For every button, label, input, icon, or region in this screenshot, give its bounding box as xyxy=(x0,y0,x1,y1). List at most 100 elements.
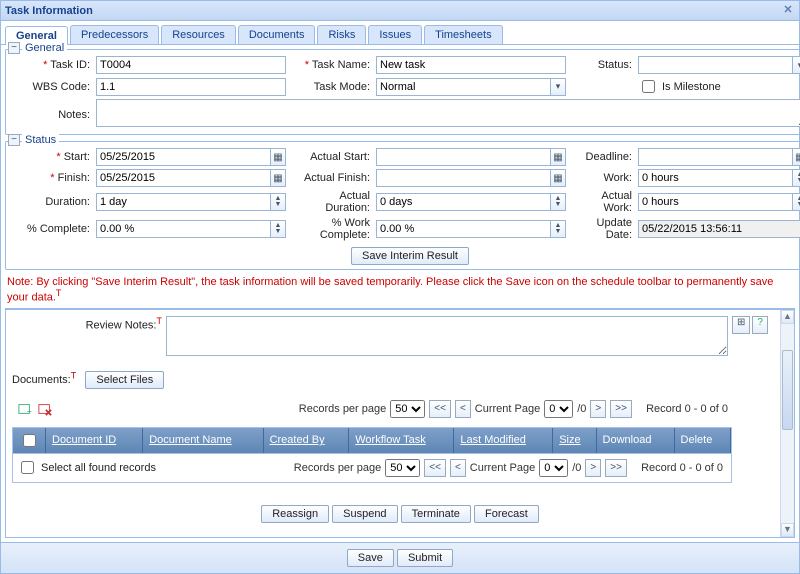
suspend-button[interactable]: Suspend xyxy=(332,505,397,523)
tab-predecessors[interactable]: Predecessors xyxy=(70,25,159,44)
actual-start-date-icon[interactable] xyxy=(550,148,566,166)
deadline-date[interactable] xyxy=(638,148,800,166)
pct-work-complete-spin-icon[interactable]: ▲▼ xyxy=(550,220,566,238)
tab-risks[interactable]: Risks xyxy=(317,25,366,44)
status-input[interactable] xyxy=(638,56,792,74)
actual-work-spin-icon[interactable]: ▲▼ xyxy=(792,193,800,211)
tab-documents[interactable]: Documents xyxy=(238,25,316,44)
lower-panel: Review Notes:T ⊞ ? Documents:T Select Fi… xyxy=(5,308,795,538)
pct-complete-input[interactable] xyxy=(96,220,270,238)
task-mode-combo[interactable] xyxy=(376,78,566,96)
start-date[interactable] xyxy=(96,148,286,166)
tabstrip: General Predecessors Resources Documents… xyxy=(1,21,799,45)
save-button[interactable]: Save xyxy=(347,549,394,567)
pct-complete-spin[interactable]: ▲▼ xyxy=(96,220,286,238)
tab-timesheets[interactable]: Timesheets xyxy=(424,25,502,44)
collapse-status-icon[interactable]: − xyxy=(8,134,20,146)
actual-work-spin[interactable]: ▲▼ xyxy=(638,193,800,211)
finish-date[interactable] xyxy=(96,169,286,187)
collapse-general-icon[interactable]: − xyxy=(8,42,20,54)
first-page-bottom[interactable]: << xyxy=(424,459,446,477)
delete-row-icon[interactable] xyxy=(36,400,54,418)
tab-issues[interactable]: Issues xyxy=(368,25,422,44)
per-page-select-bottom[interactable]: 50 xyxy=(385,459,420,477)
prev-page-top[interactable]: < xyxy=(455,400,471,418)
scroll-down-icon[interactable]: ▼ xyxy=(781,523,794,537)
duration-spin-icon[interactable]: ▲▼ xyxy=(270,193,286,211)
close-icon[interactable]: ✕ xyxy=(781,4,795,18)
per-page-select-top[interactable]: 50 xyxy=(390,400,425,418)
select-all-header-checkbox[interactable] xyxy=(23,434,36,447)
select-all-found-checkbox[interactable] xyxy=(21,461,34,474)
cur-page-select-top[interactable]: 0 xyxy=(544,400,573,418)
first-page-top[interactable]: << xyxy=(429,400,451,418)
work-spin[interactable]: ▲▼ xyxy=(638,169,800,187)
select-all-found[interactable]: Select all found records xyxy=(17,458,156,477)
expand-icon[interactable]: ⊞ xyxy=(732,316,750,334)
prev-page-bottom[interactable]: < xyxy=(450,459,466,477)
actual-duration-spin-icon[interactable]: ▲▼ xyxy=(550,193,566,211)
label-task-name: Task Name: xyxy=(292,59,370,71)
submit-button[interactable]: Submit xyxy=(397,549,453,567)
forecast-button[interactable]: Forecast xyxy=(474,505,539,523)
help-icon[interactable]: ? xyxy=(752,316,768,334)
work-spin-icon[interactable]: ▲▼ xyxy=(792,169,800,187)
actual-duration-spin[interactable]: ▲▼ xyxy=(376,193,566,211)
is-milestone-checkbox[interactable] xyxy=(642,80,655,93)
label-actual-work: Actual Work: xyxy=(572,190,632,214)
deadline-input[interactable] xyxy=(638,148,792,166)
wbs-code-input[interactable] xyxy=(96,78,286,96)
reassign-button[interactable]: Reassign xyxy=(261,505,329,523)
scrollbar[interactable]: ▲ ▼ xyxy=(780,310,794,537)
col-size[interactable]: Size xyxy=(553,428,596,453)
save-interim-button[interactable]: Save Interim Result xyxy=(351,247,469,265)
actual-start-date[interactable] xyxy=(376,148,566,166)
select-files-button[interactable]: Select Files xyxy=(85,371,164,389)
actual-finish-date-icon[interactable] xyxy=(550,169,566,187)
task-name-input[interactable] xyxy=(376,56,566,74)
status-drop-icon[interactable] xyxy=(792,56,800,74)
start-input[interactable] xyxy=(96,148,270,166)
status-combo[interactable] xyxy=(638,56,800,74)
add-row-icon[interactable]: + xyxy=(16,400,34,418)
task-mode-drop-icon[interactable] xyxy=(550,78,566,96)
review-notes-textarea[interactable] xyxy=(166,316,728,356)
deadline-date-icon[interactable] xyxy=(792,148,800,166)
finish-input[interactable] xyxy=(96,169,270,187)
pct-complete-spin-icon[interactable]: ▲▼ xyxy=(270,220,286,238)
duration-input[interactable] xyxy=(96,193,270,211)
scroll-thumb[interactable] xyxy=(782,350,793,430)
task-id-input[interactable] xyxy=(96,56,286,74)
next-page-bottom[interactable]: > xyxy=(585,459,601,477)
col-document-id[interactable]: Document ID xyxy=(46,428,143,453)
pager-top: Records per page 50 << < Current Page 0 … xyxy=(295,397,732,421)
actual-finish-date[interactable] xyxy=(376,169,566,187)
next-page-top[interactable]: > xyxy=(590,400,606,418)
col-workflow-task[interactable]: Workflow Task xyxy=(349,428,454,453)
finish-date-icon[interactable] xyxy=(270,169,286,187)
actual-duration-input[interactable] xyxy=(376,193,550,211)
last-page-bottom[interactable]: >> xyxy=(605,459,627,477)
group-general: − General Task ID: Task Name: Status: WB… xyxy=(5,49,800,135)
cur-page-select-bottom[interactable]: 0 xyxy=(539,459,568,477)
label-work: Work: xyxy=(572,172,632,184)
pct-work-complete-input[interactable] xyxy=(376,220,550,238)
col-document-name[interactable]: Document Name xyxy=(143,428,263,453)
pct-work-complete-spin[interactable]: ▲▼ xyxy=(376,220,566,238)
start-date-icon[interactable] xyxy=(270,148,286,166)
duration-spin[interactable]: ▲▼ xyxy=(96,193,286,211)
tab-resources[interactable]: Resources xyxy=(161,25,236,44)
actual-work-input[interactable] xyxy=(638,193,792,211)
work-input[interactable] xyxy=(638,169,792,187)
terminate-button[interactable]: Terminate xyxy=(401,505,471,523)
actual-finish-input[interactable] xyxy=(376,169,550,187)
task-mode-input[interactable] xyxy=(376,78,550,96)
col-last-modified[interactable]: Last Modified xyxy=(454,428,553,453)
is-milestone-wrap[interactable]: Is Milestone xyxy=(638,77,800,96)
col-created-by[interactable]: Created By xyxy=(264,428,350,453)
notes-textarea[interactable] xyxy=(96,99,800,127)
last-page-top[interactable]: >> xyxy=(610,400,632,418)
label-documents: Documents:T xyxy=(12,374,76,386)
actual-start-input[interactable] xyxy=(376,148,550,166)
scroll-up-icon[interactable]: ▲ xyxy=(781,310,794,324)
